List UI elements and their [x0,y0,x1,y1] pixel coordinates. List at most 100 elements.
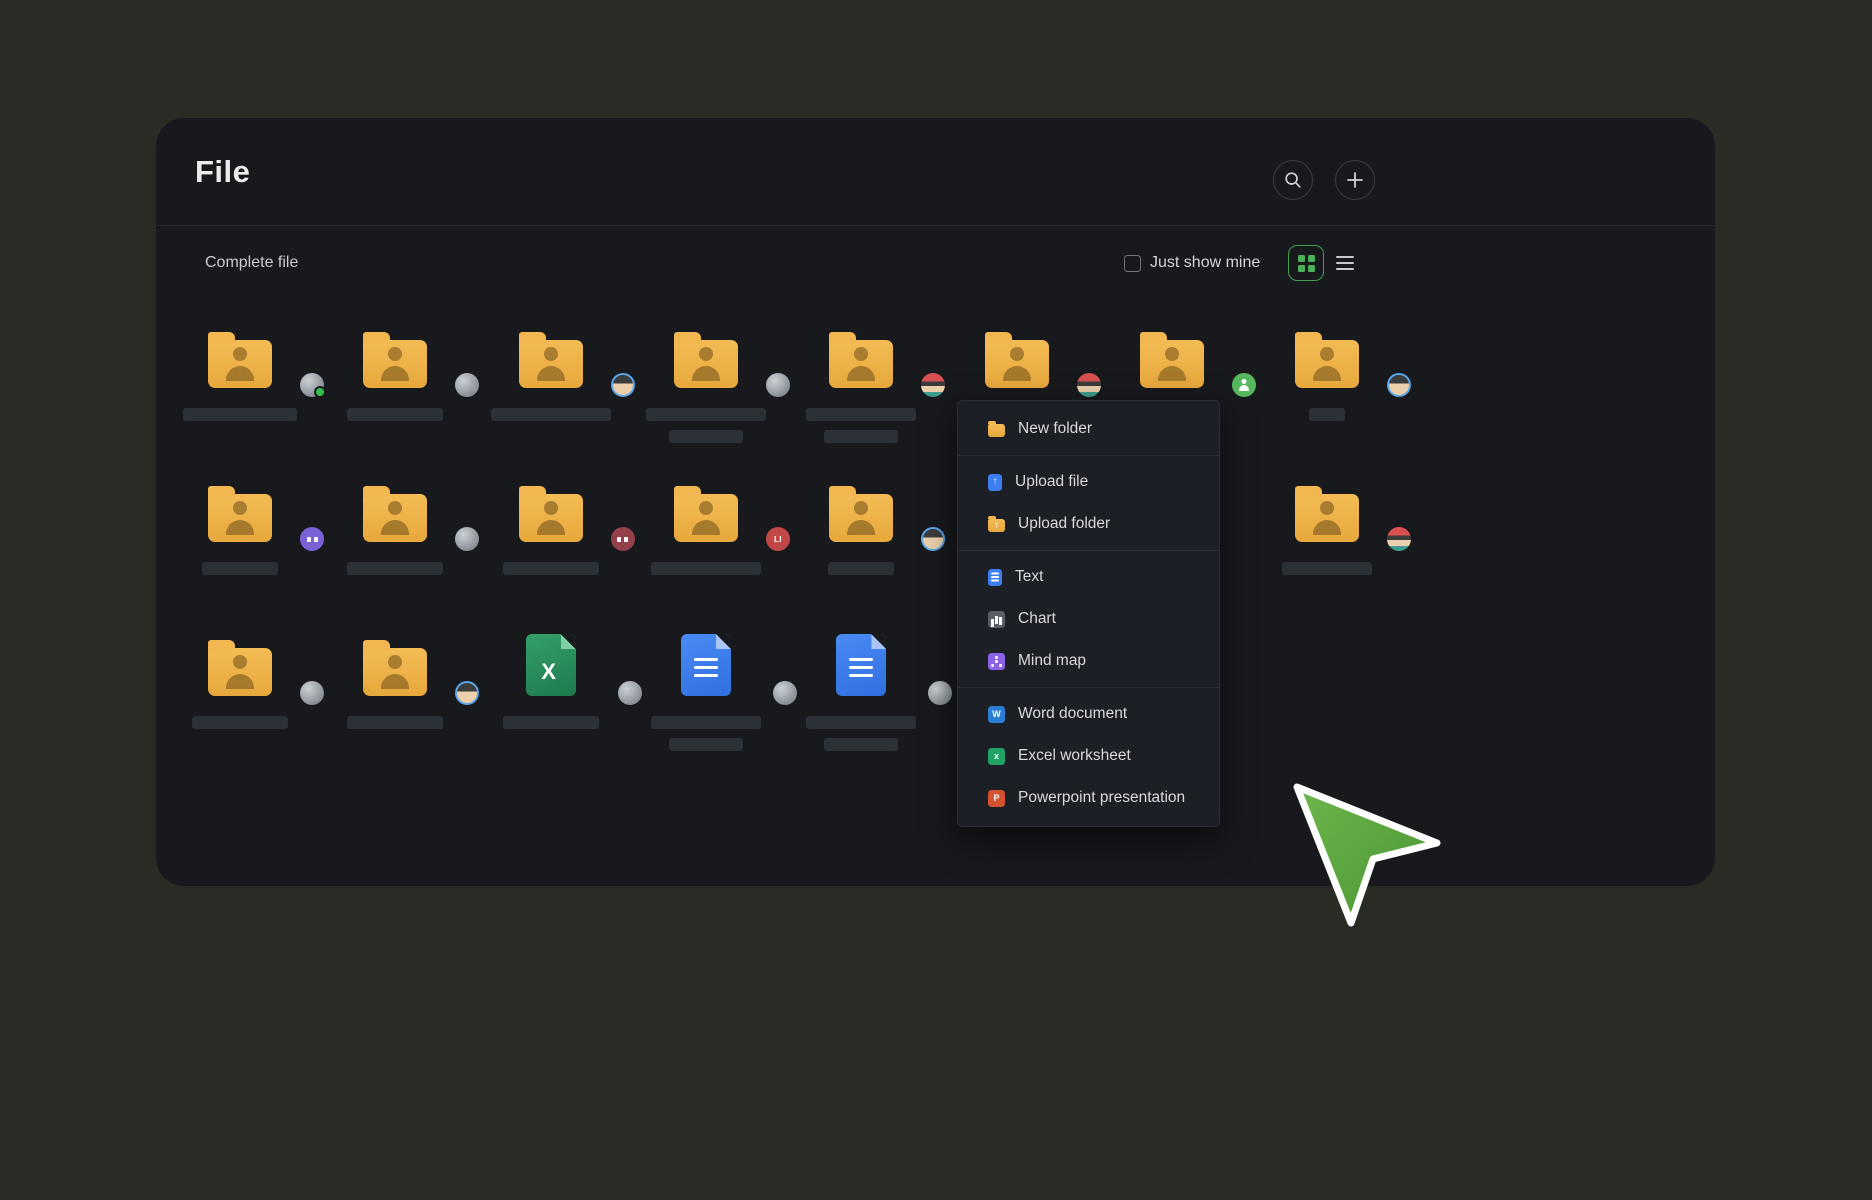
list-view-icon [1336,256,1354,271]
file-name-placeholder [646,408,766,421]
folder-icon [674,494,738,542]
folder-icon [1295,340,1359,388]
folder-icon [363,340,427,388]
file-icon-wrap [1295,322,1359,388]
menu-group: Upload file Upload folder [958,456,1219,551]
person-silhouette-icon [829,494,893,542]
folder-grid-item[interactable] [162,476,318,575]
upload-file-icon [988,474,1002,491]
mind-map-icon [988,653,1005,670]
person-silhouette-icon [519,494,583,542]
menu-item-label: Word document [1018,705,1127,723]
just-show-mine-checkbox[interactable] [1124,255,1141,272]
file-name-placeholder [828,562,894,575]
doc-grid-item[interactable] [783,630,939,751]
file-name-placeholder [503,716,599,729]
menu-item-excel-worksheet[interactable]: xExcel worksheet [958,735,1219,777]
menu-item-label: Upload folder [1018,515,1110,533]
word-icon: W [988,706,1005,723]
folder-grid-item[interactable] [317,476,473,575]
file-name-placeholder [202,562,278,575]
file-name-placeholder [503,562,599,575]
folder-icon [1295,494,1359,542]
menu-item-word-document[interactable]: W Word document [958,693,1219,735]
new-folder-icon [988,424,1005,437]
folder-grid-item[interactable] [783,476,939,575]
person-silhouette-icon [363,494,427,542]
doc-grid-item[interactable] [628,630,784,751]
grid-view-button[interactable] [1288,245,1324,281]
file-icon-wrap [519,476,583,542]
file-name-placeholder [806,716,916,729]
folder-grid-item[interactable] [162,322,318,421]
file-icon-wrap [208,630,272,696]
folder-icon [363,494,427,542]
avatar-boy [1387,373,1411,397]
toolbar: Complete file Just show mine [156,227,1715,299]
person-silhouette-icon [1295,494,1359,542]
file-name-placeholder [669,430,743,443]
file-name-placeholder [651,716,761,729]
list-view-button[interactable] [1324,245,1360,281]
add-button[interactable] [1335,160,1375,200]
file-grid: LI X [156,322,1715,822]
folder-grid-item[interactable] [783,322,939,443]
section-label: Complete file [205,254,298,272]
file-name-placeholder [347,716,443,729]
file-name-placeholder [192,716,288,729]
search-button[interactable] [1273,160,1313,200]
file-name-placeholder [183,408,297,421]
folder-grid-item[interactable] [317,630,473,729]
menu-item-label: Excel worksheet [1018,747,1131,765]
folder-icon [208,494,272,542]
menu-item-new-folder[interactable]: New folder [958,408,1219,450]
excel-letter: X [526,648,572,696]
person-add-icon [1238,379,1250,391]
search-icon [1284,171,1302,189]
doc-file-icon [681,634,731,696]
menu-item-upload-file[interactable]: Upload file [958,461,1219,503]
window-header: File [156,118,1715,226]
file-icon-wrap [836,630,886,696]
person-silhouette-icon [363,340,427,388]
folder-grid-item[interactable] [628,322,784,443]
excel-file-icon: X [526,634,576,696]
folder-grid-item[interactable] [317,322,473,421]
doc-lines-icon [694,658,718,661]
folder-grid-item[interactable] [162,630,318,729]
avatar-girl [1387,527,1411,551]
menu-item-upload-folder[interactable]: Upload folder [958,503,1219,545]
menu-item-powerpoint-presentation[interactable]: PPowerpoint presentation [958,777,1219,819]
person-silhouette-icon [985,340,1049,388]
folder-grid-item[interactable]: LI [628,476,784,575]
folder-grid-item[interactable] [1249,322,1405,421]
folder-icon [829,494,893,542]
menu-item-chart[interactable]: Chart [958,598,1219,640]
powerpoint-icon: P [988,790,1005,807]
menu-item-mind-map[interactable]: Mind map [958,640,1219,682]
folder-grid-item[interactable] [473,322,629,421]
file-icon-wrap [363,476,427,542]
file-icon-wrap [519,322,583,388]
file-icon-wrap [681,630,731,696]
menu-item-label: Mind map [1018,652,1086,670]
file-name-placeholder [824,738,898,751]
folder-icon [208,648,272,696]
header-actions [1273,160,1375,200]
file-manager-window: File Complete file Just show mine [156,118,1715,886]
folder-grid-item[interactable] [1249,476,1405,575]
grid-view-icon [1298,255,1315,272]
folder-grid-item[interactable] [473,476,629,575]
just-show-mine-label[interactable]: Just show mine [1150,254,1260,272]
person-silhouette-icon [363,648,427,696]
folder-icon [674,340,738,388]
file-icon-wrap [985,322,1049,388]
text-icon [988,569,1002,586]
person-silhouette-icon [208,340,272,388]
file-icon-wrap [674,322,738,388]
menu-item-text[interactable]: Text [958,556,1219,598]
excel-grid-item[interactable]: X [473,630,629,729]
toolbar-right: Just show mine [1124,227,1360,299]
file-name-placeholder [1282,562,1372,575]
menu-item-label: Chart [1018,610,1056,628]
